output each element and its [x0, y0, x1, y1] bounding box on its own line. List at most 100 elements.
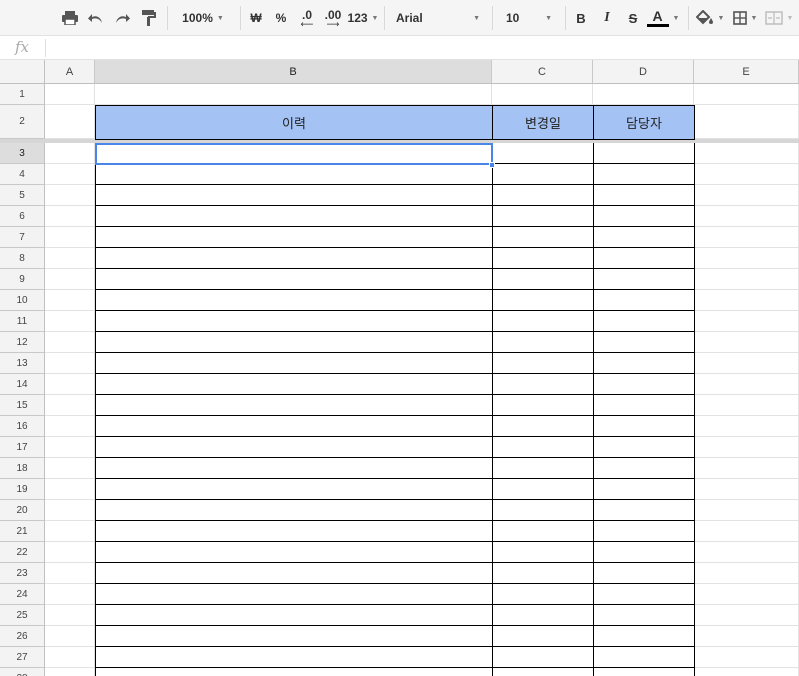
- cell-d20[interactable]: [593, 500, 694, 521]
- cell-c9[interactable]: [492, 269, 593, 290]
- row-header-7[interactable]: 7: [0, 227, 45, 248]
- cell-d9[interactable]: [593, 269, 694, 290]
- cell-c18[interactable]: [492, 458, 593, 479]
- cell-b25[interactable]: [95, 605, 492, 626]
- cell-e24[interactable]: [694, 584, 799, 605]
- cell-d23[interactable]: [593, 563, 694, 584]
- cell-e6[interactable]: [694, 206, 799, 227]
- cell-c4[interactable]: [492, 164, 593, 185]
- cell-c1[interactable]: [492, 84, 593, 105]
- cell-c27[interactable]: [492, 647, 593, 668]
- cell-d16[interactable]: [593, 416, 694, 437]
- cell-d19[interactable]: [593, 479, 694, 500]
- cell-c12[interactable]: [492, 332, 593, 353]
- percent-format-button[interactable]: %: [271, 0, 291, 36]
- cell-b6[interactable]: [95, 206, 492, 227]
- column-header-e[interactable]: E: [694, 60, 799, 84]
- cell-b18[interactable]: [95, 458, 492, 479]
- cell-d3[interactable]: [593, 143, 694, 164]
- cell-c23[interactable]: [492, 563, 593, 584]
- cell-a11[interactable]: [45, 311, 95, 332]
- header-cell-b[interactable]: 이력: [95, 105, 493, 140]
- cell-e9[interactable]: [694, 269, 799, 290]
- borders-button[interactable]: ▼: [730, 0, 760, 36]
- italic-button[interactable]: I: [597, 0, 617, 36]
- cell-c17[interactable]: [492, 437, 593, 458]
- row-header-9[interactable]: 9: [0, 269, 45, 290]
- column-header-c[interactable]: C: [492, 60, 593, 84]
- font-size-select[interactable]: 10 ▼: [500, 0, 558, 36]
- cell-d12[interactable]: [593, 332, 694, 353]
- cell-a24[interactable]: [45, 584, 95, 605]
- cell-e26[interactable]: [694, 626, 799, 647]
- row-header-22[interactable]: 22: [0, 542, 45, 563]
- cell-b14[interactable]: [95, 374, 492, 395]
- cell-a13[interactable]: [45, 353, 95, 374]
- cell-a16[interactable]: [45, 416, 95, 437]
- cell-e8[interactable]: [694, 248, 799, 269]
- cell-d5[interactable]: [593, 185, 694, 206]
- cell-e12[interactable]: [694, 332, 799, 353]
- cell-e18[interactable]: [694, 458, 799, 479]
- cell-c8[interactable]: [492, 248, 593, 269]
- cell-c26[interactable]: [492, 626, 593, 647]
- cell-d6[interactable]: [593, 206, 694, 227]
- cell-d14[interactable]: [593, 374, 694, 395]
- cell-b15[interactable]: [95, 395, 492, 416]
- cell-c20[interactable]: [492, 500, 593, 521]
- row-header-3[interactable]: 3: [0, 143, 45, 164]
- cell-e3[interactable]: [694, 143, 799, 164]
- cell-b12[interactable]: [95, 332, 492, 353]
- cell-e13[interactable]: [694, 353, 799, 374]
- cell-a8[interactable]: [45, 248, 95, 269]
- cell-a21[interactable]: [45, 521, 95, 542]
- cell-a5[interactable]: [45, 185, 95, 206]
- select-all-corner[interactable]: [0, 60, 49, 84]
- cell-a28[interactable]: [45, 668, 95, 676]
- cell-d1[interactable]: [593, 84, 694, 105]
- row-header-10[interactable]: 10: [0, 290, 45, 311]
- cell-a19[interactable]: [45, 479, 95, 500]
- cell-a4[interactable]: [45, 164, 95, 185]
- cell-d11[interactable]: [593, 311, 694, 332]
- cell-e28[interactable]: [694, 668, 799, 676]
- row-header-11[interactable]: 11: [0, 311, 45, 332]
- cell-d28[interactable]: [593, 668, 694, 676]
- cell-b1[interactable]: [95, 84, 492, 105]
- row-header-12[interactable]: 12: [0, 332, 45, 353]
- increase-decimal-button[interactable]: .00 ⟶: [321, 0, 345, 36]
- column-header-d[interactable]: D: [593, 60, 694, 84]
- cell-e10[interactable]: [694, 290, 799, 311]
- row-header-28[interactable]: 28: [0, 668, 45, 676]
- fill-handle[interactable]: [489, 162, 495, 168]
- cell-e20[interactable]: [694, 500, 799, 521]
- cell-d7[interactable]: [593, 227, 694, 248]
- row-header-8[interactable]: 8: [0, 248, 45, 269]
- cell-e1[interactable]: [694, 84, 799, 105]
- cell-d10[interactable]: [593, 290, 694, 311]
- paint-format-icon[interactable]: [139, 0, 159, 36]
- cell-a12[interactable]: [45, 332, 95, 353]
- row-header-1[interactable]: 1: [0, 84, 45, 105]
- column-header-a[interactable]: A: [45, 60, 95, 84]
- row-header-24[interactable]: 24: [0, 584, 45, 605]
- cell-e7[interactable]: [694, 227, 799, 248]
- cell-b11[interactable]: [95, 311, 492, 332]
- cell-c22[interactable]: [492, 542, 593, 563]
- bold-button[interactable]: B: [571, 0, 591, 36]
- cell-e15[interactable]: [694, 395, 799, 416]
- cell-e16[interactable]: [694, 416, 799, 437]
- header-cell-d[interactable]: 담당자: [593, 105, 695, 140]
- cell-e17[interactable]: [694, 437, 799, 458]
- cell-d26[interactable]: [593, 626, 694, 647]
- cell-b26[interactable]: [95, 626, 492, 647]
- merge-cells-button[interactable]: ▼: [764, 0, 794, 36]
- cell-c10[interactable]: [492, 290, 593, 311]
- cell-a18[interactable]: [45, 458, 95, 479]
- cell-c5[interactable]: [492, 185, 593, 206]
- cell-d4[interactable]: [593, 164, 694, 185]
- cell-c11[interactable]: [492, 311, 593, 332]
- cell-a2[interactable]: [45, 105, 95, 139]
- currency-format-button[interactable]: ₩: [246, 0, 266, 36]
- row-header-26[interactable]: 26: [0, 626, 45, 647]
